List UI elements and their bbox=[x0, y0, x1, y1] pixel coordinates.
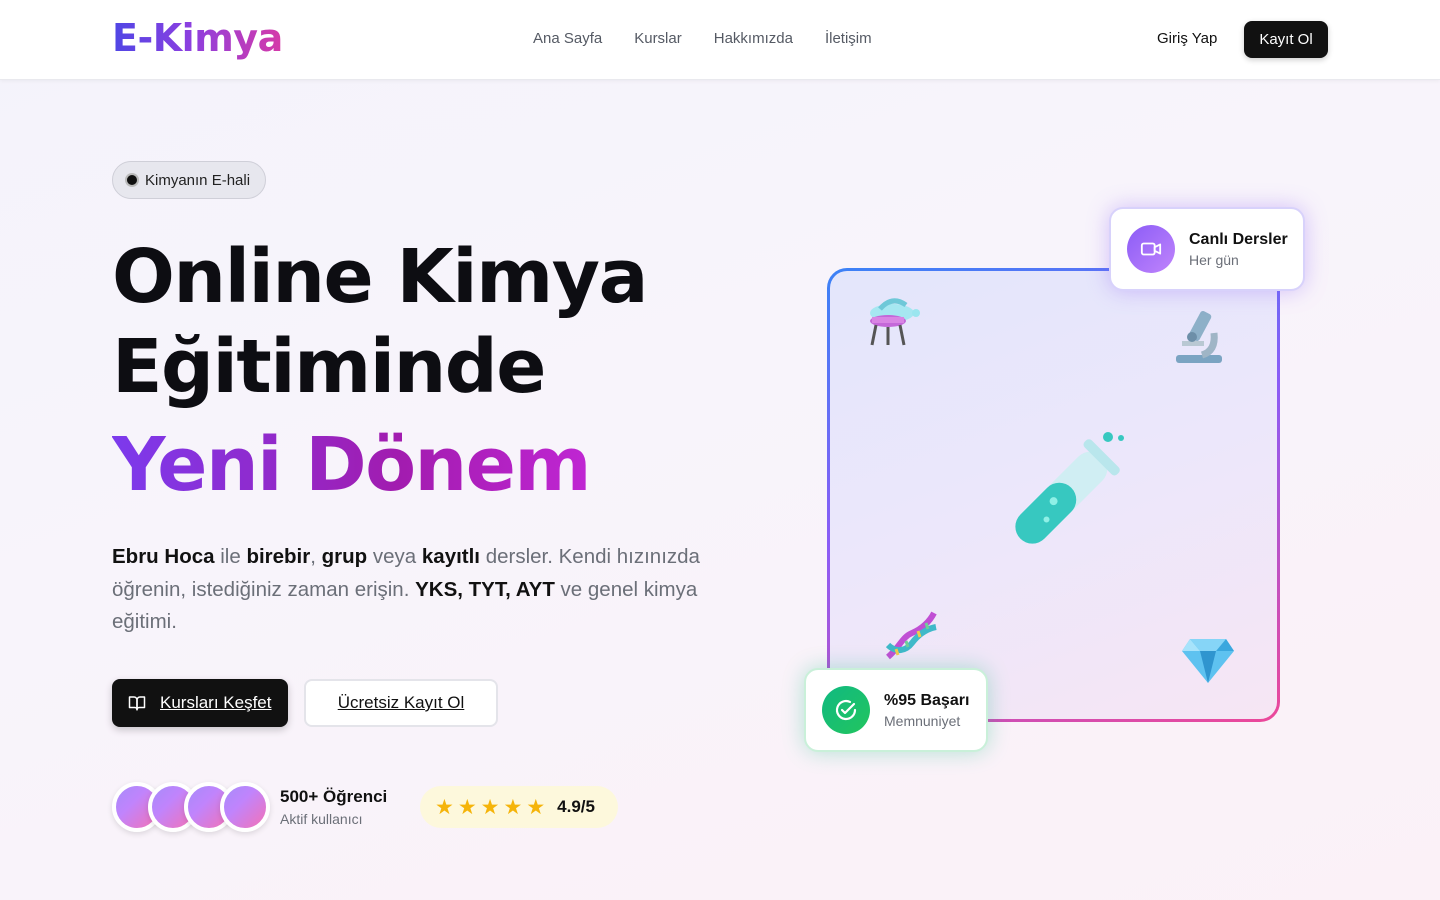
free-signup-label: Ücretsiz Kayıt Ol bbox=[337, 693, 465, 712]
hero-title-line1: Online Kimya bbox=[112, 234, 648, 320]
desc-text: ile bbox=[214, 545, 247, 568]
flask-icon bbox=[870, 298, 920, 346]
explore-courses-button[interactable]: Kursları Keşfet bbox=[112, 679, 288, 727]
rating-badge: ★ ★ ★ ★ ★ 4.9/5 bbox=[420, 786, 618, 828]
nav-link-about[interactable]: Hakkımızda bbox=[714, 30, 793, 47]
hero-visual-frame bbox=[827, 268, 1280, 722]
star-icon: ★ bbox=[503, 795, 523, 819]
desc-group: grup bbox=[321, 545, 368, 568]
rating-value: 4.9/5 bbox=[557, 797, 595, 816]
test-tube-icon bbox=[1015, 432, 1124, 544]
open-book-icon bbox=[128, 696, 146, 711]
live-lessons-title: Canlı Dersler bbox=[1189, 230, 1288, 248]
gem-icon bbox=[1182, 639, 1234, 683]
success-rate-card: %95 Başarı Memnuniyet bbox=[804, 668, 988, 752]
hero-description: Ebru Hoca ile birebir, grup veya kayıtlı… bbox=[112, 541, 712, 639]
students-count: 500+ Öğrenci bbox=[280, 787, 388, 806]
star-icon: ★ bbox=[435, 795, 454, 819]
desc-text: , bbox=[310, 545, 322, 568]
nav-link-contact[interactable]: İletişim bbox=[825, 30, 872, 47]
microscope-icon bbox=[1176, 310, 1222, 363]
explore-courses-label: Kursları Keşfet bbox=[160, 693, 272, 712]
star-icon: ★ bbox=[480, 795, 500, 819]
free-signup-button[interactable]: Ücretsiz Kayıt Ol bbox=[304, 679, 498, 727]
hero-visual bbox=[830, 271, 1277, 719]
live-lessons-subtitle: Her gün bbox=[1189, 251, 1239, 268]
nav-link-home[interactable]: Ana Sayfa bbox=[533, 30, 602, 47]
desc-text: veya bbox=[367, 545, 422, 568]
hero-badge-label: Kimyanın E-hali bbox=[145, 171, 251, 189]
avatar bbox=[220, 782, 270, 832]
success-rate-title: %95 Başarı bbox=[884, 691, 970, 709]
success-rate-subtitle: Memnuniyet bbox=[884, 712, 961, 729]
video-camera-icon bbox=[1127, 225, 1175, 273]
star-icon: ★ bbox=[457, 795, 477, 819]
desc-teacher: Ebru Hoca bbox=[112, 545, 215, 568]
student-avatars bbox=[112, 782, 272, 832]
nav-link-courses[interactable]: Kurslar bbox=[634, 30, 682, 47]
desc-recorded: kayıtlı bbox=[421, 545, 481, 568]
dna-icon bbox=[885, 611, 937, 660]
main-nav: Ana Sayfa Kurslar Hakkımızda İletişim bbox=[533, 30, 872, 47]
check-circle-icon bbox=[822, 686, 870, 734]
hero-title: Online Kimya Eğitiminde bbox=[112, 232, 648, 412]
star-icon: ★ bbox=[526, 795, 546, 819]
hero-badge: Kimyanın E-hali bbox=[112, 161, 266, 199]
students-subtitle: Aktif kullanıcı bbox=[280, 811, 363, 827]
site-header: E-Kimya Ana Sayfa Kurslar Hakkımızda İle… bbox=[0, 0, 1440, 80]
hero-title-highlight: Yeni Dönem bbox=[112, 422, 592, 508]
live-lessons-card: Canlı Dersler Her gün bbox=[1109, 207, 1305, 291]
desc-exams: YKS, TYT, AYT bbox=[415, 577, 555, 601]
dot-icon bbox=[127, 175, 137, 185]
desc-private: birebir bbox=[246, 545, 311, 568]
hero-title-line2: Eğitiminde bbox=[112, 324, 546, 410]
login-link[interactable]: Giriş Yap bbox=[1157, 30, 1217, 47]
signup-button[interactable]: Kayıt Ol bbox=[1244, 21, 1328, 58]
site-logo[interactable]: E-Kimya bbox=[112, 16, 283, 60]
